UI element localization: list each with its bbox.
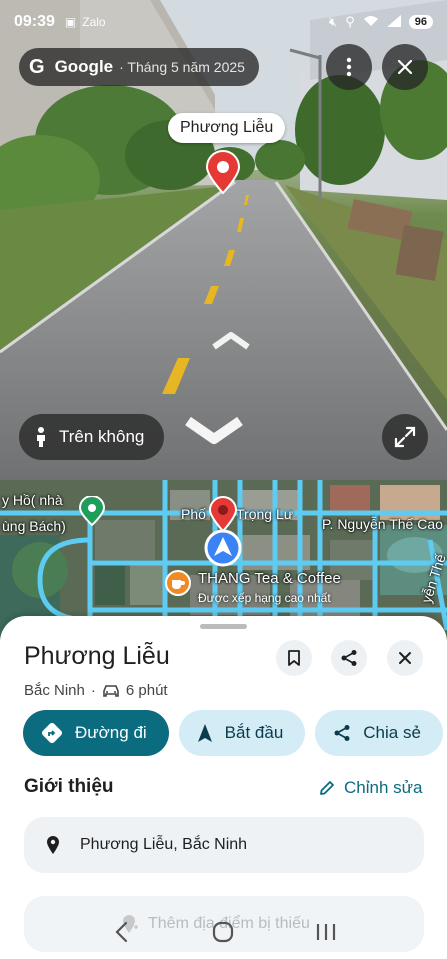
address-row[interactable]: Phương Liễu, Bắc Ninh [24, 817, 424, 873]
directions-button[interactable]: Đường đi [23, 710, 169, 756]
battery-level: 96 [408, 15, 433, 29]
green-poi-pin-icon[interactable] [79, 496, 105, 526]
close-street-view-button[interactable] [382, 44, 428, 90]
mute-icon: 🔇︎ [329, 14, 338, 29]
google-g-icon: G [29, 55, 45, 78]
place-pin-icon [205, 150, 241, 194]
zalo-icon: Zalo [82, 15, 106, 29]
place-label-bubble: Phương Liễu [168, 113, 286, 143]
start-button[interactable]: Bắt đầu [178, 710, 306, 756]
map-label-left-1: y Hồ( nhà [2, 492, 63, 508]
selected-place-pin-icon [208, 496, 238, 532]
bookmark-icon [288, 650, 300, 666]
signal-icon [386, 14, 401, 30]
my-location-arrow-icon[interactable] [204, 529, 242, 567]
home-icon [213, 921, 234, 943]
expand-icon [394, 426, 416, 448]
save-button[interactable] [276, 640, 312, 676]
capture-date: · Tháng 5 năm 2025 [119, 59, 245, 75]
share-label: Chia sẻ [363, 723, 421, 742]
person-icon [37, 427, 45, 447]
share-button[interactable]: Chia sẻ [315, 710, 443, 756]
more-options-button[interactable] [326, 44, 372, 90]
location-icon: ⚲ [345, 14, 355, 29]
map-label-nguyen-the-cao: P. Nguyễn Thế Cao [322, 516, 443, 532]
back-icon [115, 921, 128, 943]
share-icon-button[interactable] [331, 640, 367, 676]
place-region: Bắc Ninh [24, 682, 85, 699]
edit-label: Chỉnh sửa [344, 778, 423, 797]
status-time: 09:39 [14, 13, 55, 30]
coffee-poi-icon[interactable] [164, 569, 192, 597]
street-view[interactable]: 09:39 ▣ Zalo 🔇︎ ⚲ 96 G Google · Tháng 5 … [0, 0, 447, 480]
more-vert-icon [346, 57, 352, 77]
status-bar: 09:39 ▣ Zalo 🔇︎ ⚲ 96 [0, 0, 447, 44]
drive-time: 6 phút [125, 682, 168, 699]
place-subtitle: Bắc Ninh · 6 phút [24, 682, 168, 699]
intro-heading: Giới thiệu [24, 776, 114, 797]
poi-name-label[interactable]: THANG Tea & Coffee [198, 570, 341, 587]
navigation-arrow-icon [197, 724, 212, 742]
map-label-left-2: ùng Bách) [2, 518, 66, 534]
separator-dot: · [90, 682, 96, 699]
directions-icon [41, 722, 63, 744]
recents-nav-button[interactable] [306, 912, 346, 952]
brand-label: Google [54, 57, 114, 76]
map-label-trong-lu: Trọng Lư [236, 506, 294, 522]
move-forward-arrow-icon[interactable] [212, 332, 250, 350]
aerial-view-button[interactable]: Trên không [19, 414, 165, 460]
home-nav-button[interactable] [203, 912, 243, 952]
start-label: Bắt đầu [224, 723, 284, 742]
pencil-icon [320, 781, 334, 795]
map-label-pho: Phố [181, 506, 206, 522]
expand-button[interactable] [382, 414, 428, 460]
wifi-icon [363, 15, 379, 30]
system-nav-bar [0, 905, 447, 959]
car-icon [103, 684, 119, 697]
address-text: Phương Liễu, Bắc Ninh [80, 836, 248, 853]
recents-icon [316, 924, 335, 940]
directions-label: Đường đi [75, 723, 147, 742]
screenshot-icon: ▣ [64, 15, 77, 29]
close-icon [397, 59, 413, 75]
edit-button[interactable]: Chỉnh sửa [318, 778, 422, 798]
close-sheet-button[interactable] [387, 640, 423, 676]
move-backward-arrow-icon[interactable] [184, 415, 244, 445]
share-icon [334, 725, 350, 741]
street-view-info-pill[interactable]: G Google · Tháng 5 năm 2025 [19, 48, 259, 86]
share-icon [341, 650, 357, 666]
location-pin-icon [47, 836, 59, 854]
drag-handle[interactable] [200, 624, 247, 629]
action-chips: Đường đi Bắt đầu Chia sẻ [23, 710, 447, 756]
status-right: 🔇︎ ⚲ 96 [329, 14, 433, 30]
poi-rating-label: Được xếp hạng cao nhất [198, 591, 331, 605]
back-nav-button[interactable] [101, 912, 141, 952]
close-icon [399, 652, 411, 664]
place-title: Phương Liễu [24, 642, 170, 670]
aerial-view-label: Trên không [59, 427, 145, 446]
